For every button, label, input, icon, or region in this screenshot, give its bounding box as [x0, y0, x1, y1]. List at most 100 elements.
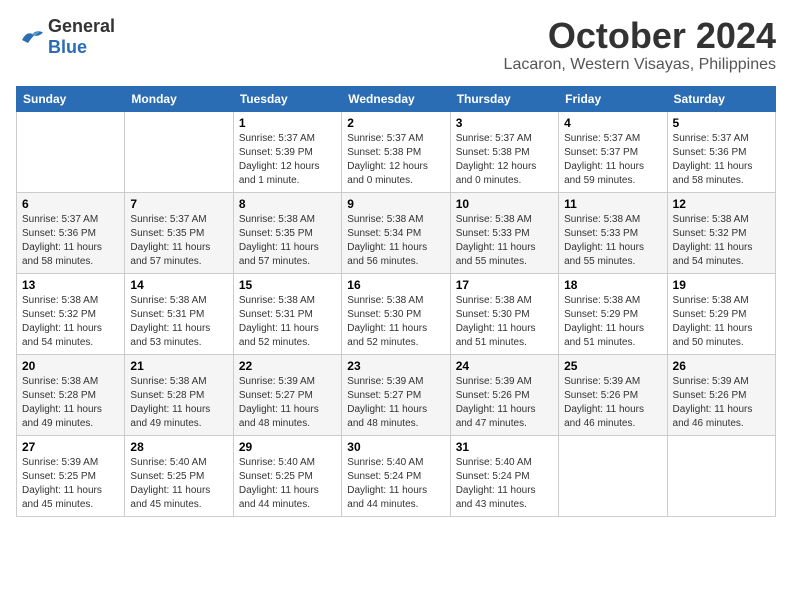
calendar-cell — [559, 435, 667, 516]
calendar-week-row: 6 Sunrise: 5:37 AM Sunset: 5:36 PM Daylig… — [17, 192, 776, 273]
day-number: 4 — [564, 116, 661, 130]
header-sunday: Sunday — [17, 86, 125, 111]
calendar-week-row: 1Sunrise: 5:37 AM Sunset: 5:39 PM Daylig… — [17, 111, 776, 192]
calendar-cell: 20 Sunrise: 5:38 AM Sunset: 5:28 PM Dayli… — [17, 354, 125, 435]
calendar-cell: 30 Sunrise: 5:40 AM Sunset: 5:24 PM Dayli… — [342, 435, 450, 516]
calendar-cell: 6 Sunrise: 5:37 AM Sunset: 5:36 PM Daylig… — [17, 192, 125, 273]
logo-blue: Blue — [48, 37, 87, 57]
cell-info: Sunrise: 5:38 AM Sunset: 5:29 PM Dayligh… — [564, 294, 661, 350]
cell-info: Sunrise: 5:38 AM Sunset: 5:31 PM Dayligh… — [239, 294, 336, 350]
calendar-cell: 24Sunrise: 5:39 AM Sunset: 5:26 PM Dayli… — [450, 354, 558, 435]
logo-general: General — [48, 16, 115, 37]
calendar-cell: 7 Sunrise: 5:37 AM Sunset: 5:35 PM Daylig… — [125, 192, 233, 273]
cell-info: Sunrise: 5:40 AM Sunset: 5:25 PM Dayligh… — [130, 456, 227, 512]
day-number: 5 — [673, 116, 770, 130]
cell-info: Sunrise: 5:38 AM Sunset: 5:29 PM Dayligh… — [673, 294, 770, 350]
calendar-week-row: 27 Sunrise: 5:39 AM Sunset: 5:25 PM Dayli… — [17, 435, 776, 516]
day-number: 14 — [130, 278, 227, 292]
header-saturday: Saturday — [667, 86, 775, 111]
cell-info: Sunrise: 5:40 AM Sunset: 5:25 PM Dayligh… — [239, 456, 336, 512]
calendar-cell: 23 Sunrise: 5:39 AM Sunset: 5:27 PM Dayli… — [342, 354, 450, 435]
day-number: 3 — [456, 116, 553, 130]
header-thursday: Thursday — [450, 86, 558, 111]
calendar-cell: 16Sunrise: 5:38 AM Sunset: 5:30 PM Dayli… — [342, 273, 450, 354]
day-number: 8 — [239, 197, 336, 211]
calendar-cell — [125, 111, 233, 192]
logo: General Blue — [16, 16, 115, 58]
cell-info: Sunrise: 5:38 AM Sunset: 5:30 PM Dayligh… — [456, 294, 553, 350]
calendar-cell — [667, 435, 775, 516]
cell-info: Sunrise: 5:38 AM Sunset: 5:33 PM Dayligh… — [456, 213, 553, 269]
calendar-cell: 8 Sunrise: 5:38 AM Sunset: 5:35 PM Daylig… — [233, 192, 341, 273]
day-number: 9 — [347, 197, 444, 211]
calendar-cell: 4Sunrise: 5:37 AM Sunset: 5:37 PM Daylig… — [559, 111, 667, 192]
day-number: 21 — [130, 359, 227, 373]
calendar-week-row: 20 Sunrise: 5:38 AM Sunset: 5:28 PM Dayli… — [17, 354, 776, 435]
day-number: 23 — [347, 359, 444, 373]
day-number: 26 — [673, 359, 770, 373]
calendar-cell — [17, 111, 125, 192]
calendar-cell: 25 Sunrise: 5:39 AM Sunset: 5:26 PM Dayli… — [559, 354, 667, 435]
day-number: 29 — [239, 440, 336, 454]
day-number: 22 — [239, 359, 336, 373]
day-number: 12 — [673, 197, 770, 211]
day-number: 30 — [347, 440, 444, 454]
day-number: 28 — [130, 440, 227, 454]
calendar-cell: 17 Sunrise: 5:38 AM Sunset: 5:30 PM Dayli… — [450, 273, 558, 354]
day-number: 10 — [456, 197, 553, 211]
day-number: 31 — [456, 440, 553, 454]
cell-info: Sunrise: 5:38 AM Sunset: 5:35 PM Dayligh… — [239, 213, 336, 269]
calendar-cell: 1Sunrise: 5:37 AM Sunset: 5:39 PM Daylig… — [233, 111, 341, 192]
header: General Blue October 2024 Lacaron, Weste… — [16, 16, 776, 74]
calendar-cell: 13 Sunrise: 5:38 AM Sunset: 5:32 PM Dayli… — [17, 273, 125, 354]
calendar-cell: 11Sunrise: 5:38 AM Sunset: 5:33 PM Dayli… — [559, 192, 667, 273]
calendar-cell: 10 Sunrise: 5:38 AM Sunset: 5:33 PM Dayli… — [450, 192, 558, 273]
day-number: 19 — [673, 278, 770, 292]
cell-info: Sunrise: 5:39 AM Sunset: 5:27 PM Dayligh… — [347, 375, 444, 431]
cell-info: Sunrise: 5:37 AM Sunset: 5:39 PM Dayligh… — [239, 132, 336, 188]
day-number: 6 — [22, 197, 119, 211]
calendar-cell: 12 Sunrise: 5:38 AM Sunset: 5:32 PM Dayli… — [667, 192, 775, 273]
day-number: 7 — [130, 197, 227, 211]
header-monday: Monday — [125, 86, 233, 111]
day-number: 18 — [564, 278, 661, 292]
logo-bird-icon — [16, 25, 46, 49]
cell-info: Sunrise: 5:39 AM Sunset: 5:26 PM Dayligh… — [673, 375, 770, 431]
day-number: 20 — [22, 359, 119, 373]
location-title: Lacaron, Western Visayas, Philippines — [504, 56, 776, 74]
cell-info: Sunrise: 5:38 AM Sunset: 5:32 PM Dayligh… — [22, 294, 119, 350]
month-title: October 2024 — [504, 16, 776, 56]
header-friday: Friday — [559, 86, 667, 111]
calendar-cell: 29 Sunrise: 5:40 AM Sunset: 5:25 PM Dayli… — [233, 435, 341, 516]
calendar-cell: 14Sunrise: 5:38 AM Sunset: 5:31 PM Dayli… — [125, 273, 233, 354]
calendar-header-row: SundayMondayTuesdayWednesdayThursdayFrid… — [17, 86, 776, 111]
day-number: 17 — [456, 278, 553, 292]
day-number: 15 — [239, 278, 336, 292]
cell-info: Sunrise: 5:39 AM Sunset: 5:25 PM Dayligh… — [22, 456, 119, 512]
cell-info: Sunrise: 5:40 AM Sunset: 5:24 PM Dayligh… — [347, 456, 444, 512]
calendar-cell: 28 Sunrise: 5:40 AM Sunset: 5:25 PM Dayli… — [125, 435, 233, 516]
calendar-cell: 31 Sunrise: 5:40 AM Sunset: 5:24 PM Dayli… — [450, 435, 558, 516]
title-area: October 2024 Lacaron, Western Visayas, P… — [504, 16, 776, 74]
calendar-cell: 3Sunrise: 5:37 AM Sunset: 5:38 PM Daylig… — [450, 111, 558, 192]
day-number: 25 — [564, 359, 661, 373]
day-number: 11 — [564, 197, 661, 211]
cell-info: Sunrise: 5:40 AM Sunset: 5:24 PM Dayligh… — [456, 456, 553, 512]
cell-info: Sunrise: 5:39 AM Sunset: 5:27 PM Dayligh… — [239, 375, 336, 431]
cell-info: Sunrise: 5:39 AM Sunset: 5:26 PM Dayligh… — [456, 375, 553, 431]
calendar-cell: 18 Sunrise: 5:38 AM Sunset: 5:29 PM Dayli… — [559, 273, 667, 354]
cell-info: Sunrise: 5:37 AM Sunset: 5:36 PM Dayligh… — [673, 132, 770, 188]
calendar-cell: 5 Sunrise: 5:37 AM Sunset: 5:36 PM Daylig… — [667, 111, 775, 192]
calendar-cell: 19 Sunrise: 5:38 AM Sunset: 5:29 PM Dayli… — [667, 273, 775, 354]
cell-info: Sunrise: 5:37 AM Sunset: 5:36 PM Dayligh… — [22, 213, 119, 269]
day-number: 16 — [347, 278, 444, 292]
cell-info: Sunrise: 5:38 AM Sunset: 5:28 PM Dayligh… — [22, 375, 119, 431]
calendar-table: SundayMondayTuesdayWednesdayThursdayFrid… — [16, 86, 776, 517]
cell-info: Sunrise: 5:37 AM Sunset: 5:35 PM Dayligh… — [130, 213, 227, 269]
calendar-cell: 21Sunrise: 5:38 AM Sunset: 5:28 PM Dayli… — [125, 354, 233, 435]
cell-info: Sunrise: 5:38 AM Sunset: 5:32 PM Dayligh… — [673, 213, 770, 269]
day-number: 27 — [22, 440, 119, 454]
calendar-cell: 22 Sunrise: 5:39 AM Sunset: 5:27 PM Dayli… — [233, 354, 341, 435]
cell-info: Sunrise: 5:39 AM Sunset: 5:26 PM Dayligh… — [564, 375, 661, 431]
day-number: 13 — [22, 278, 119, 292]
